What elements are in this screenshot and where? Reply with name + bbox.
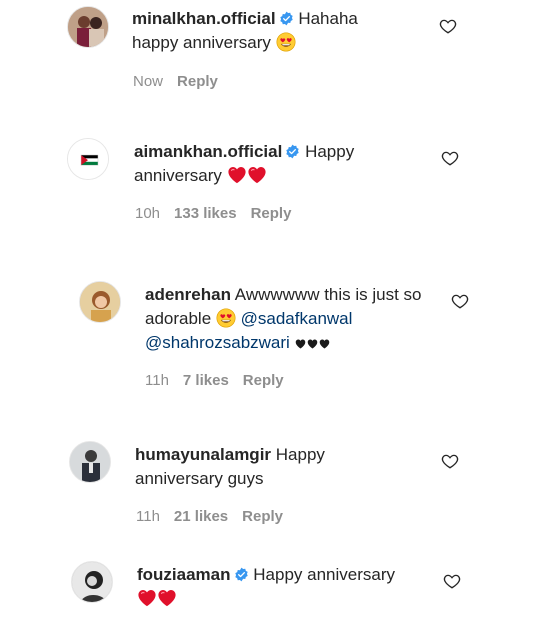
username[interactable]: aimankhan.official bbox=[134, 142, 282, 161]
comment-body-line2: adorable bbox=[145, 309, 212, 328]
avatar-photo bbox=[72, 562, 112, 602]
timestamp: 11h bbox=[145, 372, 169, 389]
comment-text: humayunalamgir Happy anniversary guys bbox=[135, 443, 435, 491]
reply-button[interactable]: Reply bbox=[243, 372, 284, 389]
comment-body-line2: anniversary bbox=[134, 166, 222, 185]
avatar-photo bbox=[80, 282, 120, 322]
comment-text: adenrehan Awwwwww this is just so adorab… bbox=[145, 283, 445, 355]
like-heart-icon[interactable] bbox=[443, 572, 461, 590]
like-heart-icon[interactable] bbox=[441, 452, 459, 470]
avatar[interactable] bbox=[79, 281, 121, 323]
likes-count[interactable]: 133 likes bbox=[174, 205, 237, 222]
reply-button[interactable]: Reply bbox=[251, 205, 292, 222]
heart-eyes-emoji-icon bbox=[276, 32, 296, 52]
verified-badge-icon bbox=[234, 567, 249, 582]
likes-count[interactable]: 21 likes bbox=[174, 508, 228, 525]
mention-link[interactable]: @sadafkanwal bbox=[241, 309, 353, 328]
reply-button[interactable]: Reply bbox=[242, 508, 283, 525]
username[interactable]: humayunalamgir bbox=[135, 445, 271, 464]
username[interactable]: minalkhan.official bbox=[132, 9, 276, 28]
comment-meta: 10h 133 likes Reply bbox=[135, 205, 305, 222]
comment-body: Happy anniversary bbox=[253, 565, 396, 584]
verified-badge-icon bbox=[285, 144, 300, 159]
comment-body: Happy bbox=[275, 445, 325, 464]
black-heart-emoji-icon bbox=[295, 339, 306, 349]
comment-meta: 11h 21 likes Reply bbox=[136, 508, 297, 525]
like-heart-icon[interactable] bbox=[439, 17, 457, 35]
timestamp: 10h bbox=[135, 205, 161, 222]
flag-avatar-icon bbox=[68, 139, 108, 179]
red-heart-emoji-icon bbox=[247, 166, 267, 184]
heart-eyes-emoji-icon bbox=[216, 308, 236, 328]
red-heart-emoji-icon bbox=[157, 589, 177, 607]
likes-count[interactable]: 7 likes bbox=[183, 372, 229, 389]
comment-text: minalkhan.official Hahaha happy annivers… bbox=[132, 7, 432, 55]
avatar[interactable] bbox=[67, 6, 109, 48]
like-heart-icon[interactable] bbox=[441, 149, 459, 167]
mention-link[interactable]: @shahrozsabzwari bbox=[145, 333, 290, 352]
reply-button[interactable]: Reply bbox=[177, 73, 218, 90]
comment-text: fouziaaman Happy anniversary bbox=[137, 563, 437, 611]
username[interactable]: fouziaaman bbox=[137, 565, 231, 584]
like-heart-icon[interactable] bbox=[451, 292, 469, 310]
comment-body-line2: anniversary guys bbox=[135, 469, 264, 488]
timestamp: Now bbox=[133, 73, 164, 90]
avatar[interactable] bbox=[71, 561, 113, 603]
comment-body: Hahaha bbox=[298, 9, 358, 28]
avatar-photo bbox=[68, 7, 108, 47]
comment-text: aimankhan.official Happy anniversary bbox=[134, 140, 434, 188]
black-heart-emoji-icon bbox=[319, 339, 330, 349]
verified-badge-icon bbox=[279, 11, 294, 26]
username[interactable]: adenrehan bbox=[145, 285, 231, 304]
comment-meta: Now Reply bbox=[133, 73, 232, 90]
red-heart-emoji-icon bbox=[227, 166, 247, 184]
red-heart-emoji-icon bbox=[137, 589, 157, 607]
comment-body: Awwwwww this is just so bbox=[234, 285, 422, 304]
comment-body-line2: happy anniversary bbox=[132, 33, 271, 52]
avatar[interactable] bbox=[69, 441, 111, 483]
timestamp: 11h bbox=[136, 508, 160, 525]
avatar[interactable] bbox=[67, 138, 109, 180]
black-heart-emoji-icon bbox=[307, 339, 318, 349]
avatar-photo bbox=[70, 442, 110, 482]
comment-body: Happy bbox=[305, 142, 355, 161]
comment-meta: 11h 7 likes Reply bbox=[145, 372, 298, 389]
